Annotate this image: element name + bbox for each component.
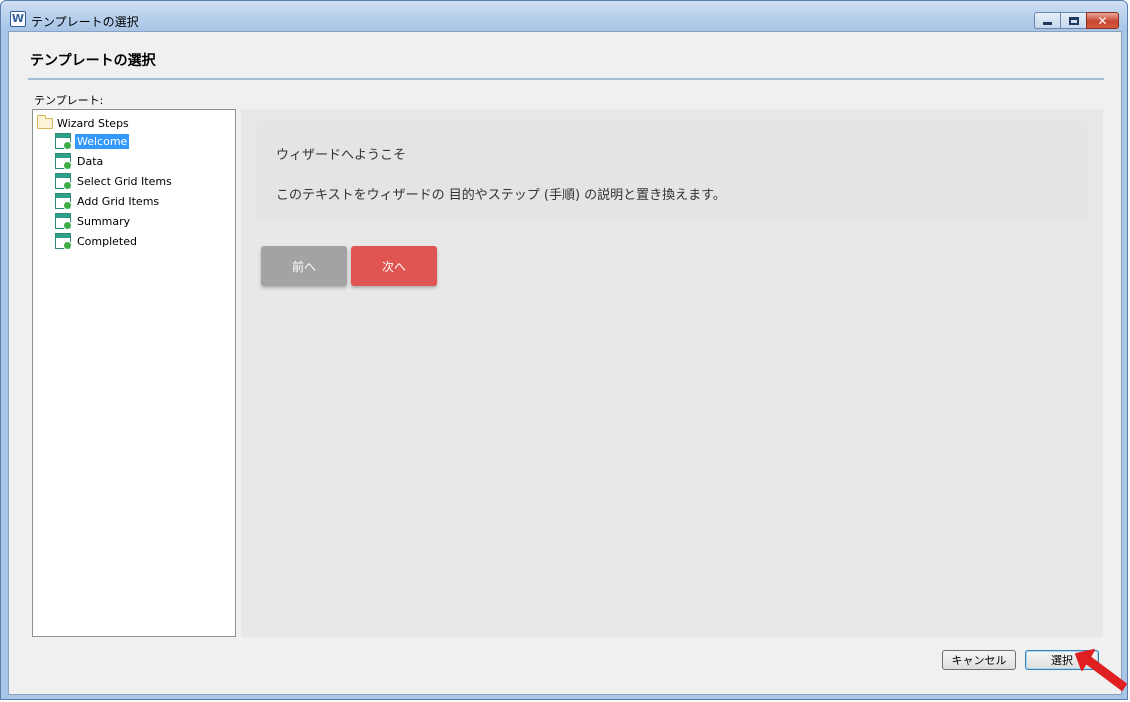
tree-item-welcome[interactable]: Welcome bbox=[55, 132, 130, 150]
dialog-window: W テンプレートの選択 ✕ テンプレートの選択 テンプレート: Wizard S… bbox=[0, 0, 1128, 700]
annotation-arrow-icon bbox=[1075, 649, 1127, 691]
tree-item-select-grid-items[interactable]: Select Grid Items bbox=[55, 172, 174, 190]
template-tree[interactable]: Wizard Steps Welcome Data Select Grid It… bbox=[32, 109, 236, 637]
minimize-button[interactable] bbox=[1034, 12, 1061, 29]
close-icon: ✕ bbox=[1097, 13, 1108, 28]
wizard-page-icon bbox=[55, 133, 72, 150]
cancel-button[interactable]: キャンセル bbox=[942, 650, 1016, 670]
maximize-button[interactable] bbox=[1060, 12, 1087, 29]
window-controls: ✕ bbox=[1034, 12, 1119, 29]
wizard-page-icon bbox=[55, 213, 72, 230]
tree-item-label: Select Grid Items bbox=[77, 174, 172, 188]
wizard-heading: ウィザードへようこそ bbox=[276, 148, 407, 163]
minimize-icon bbox=[1043, 21, 1052, 25]
welcome-info-card: ウィザードへようこそ このテキストをウィザードの 目的やステップ (手順) の説… bbox=[257, 121, 1087, 221]
close-button[interactable]: ✕ bbox=[1086, 12, 1119, 29]
tree-item-label: Summary bbox=[77, 214, 131, 228]
wizard-page-icon bbox=[55, 173, 72, 190]
title-bar[interactable]: W テンプレートの選択 ✕ bbox=[1, 1, 1127, 31]
folder-icon bbox=[37, 114, 53, 129]
wizard-page-icon bbox=[55, 233, 72, 250]
annotation-arrow-shape bbox=[1075, 649, 1127, 691]
tree-item-add-grid-items[interactable]: Add Grid Items bbox=[55, 192, 161, 210]
tree-item-label: Data bbox=[77, 154, 104, 168]
tree-item-completed[interactable]: Completed bbox=[55, 232, 139, 250]
template-preview-panel: ウィザードへようこそ このテキストをウィザードの 目的やステップ (手順) の説… bbox=[241, 109, 1103, 637]
tree-item-data[interactable]: Data bbox=[55, 152, 105, 170]
template-tree-label: テンプレート: bbox=[34, 94, 104, 107]
maximize-icon bbox=[1068, 16, 1079, 25]
wizard-page-icon bbox=[55, 193, 72, 210]
tree-item-label: Add Grid Items bbox=[77, 194, 160, 208]
tree-item-label: Welcome bbox=[75, 133, 130, 149]
wizard-page-icon bbox=[55, 153, 72, 170]
tree-item-label: Completed bbox=[77, 234, 137, 248]
next-button[interactable]: 次へ bbox=[351, 246, 437, 286]
tree-root-wizard-steps[interactable]: Wizard Steps bbox=[37, 114, 129, 131]
previous-button[interactable]: 前へ bbox=[261, 246, 347, 286]
app-icon: W bbox=[10, 11, 26, 27]
wizard-description: このテキストをウィザードの 目的やステップ (手順) の説明と置き換えます。 bbox=[276, 188, 726, 203]
page-title: テンプレートの選択 bbox=[30, 53, 156, 69]
window-title: テンプレートの選択 bbox=[31, 15, 139, 29]
header-divider bbox=[28, 78, 1104, 80]
dialog-client-area: テンプレートの選択 テンプレート: Wizard Steps Welcome D… bbox=[8, 31, 1122, 695]
tree-root-label: Wizard Steps bbox=[57, 116, 129, 130]
tree-item-summary[interactable]: Summary bbox=[55, 212, 132, 230]
